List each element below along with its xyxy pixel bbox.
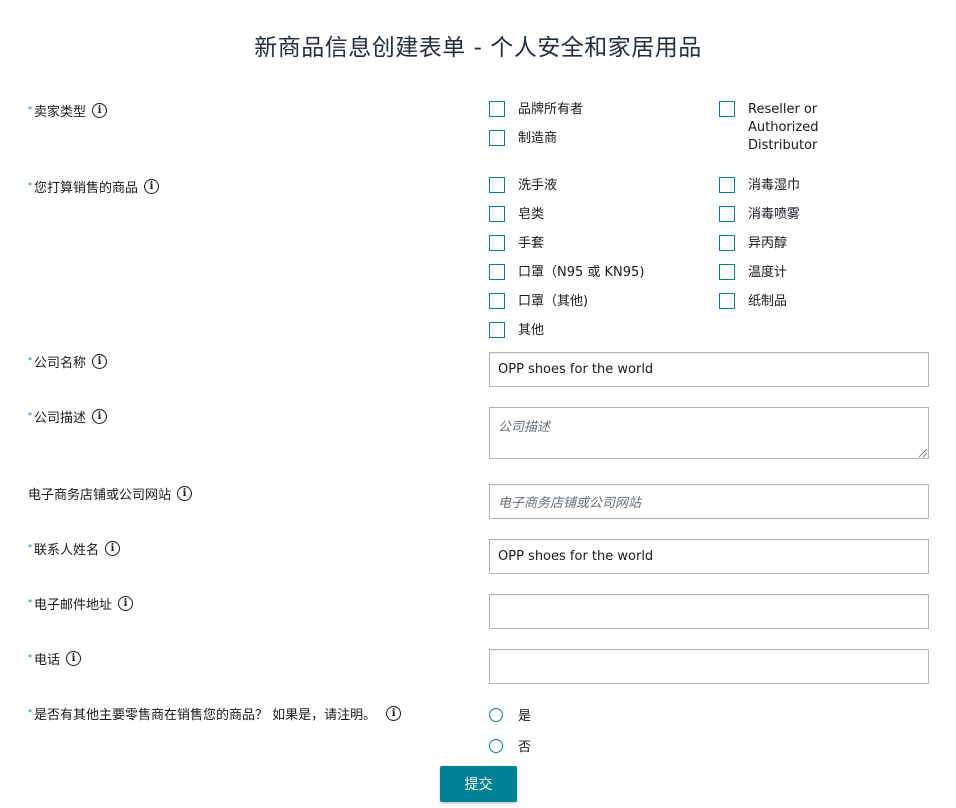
checkbox-box[interactable] [719,293,735,309]
label-text: 公司名称 [34,356,87,371]
checkbox-thermometer[interactable]: 温度计 [719,264,787,282]
company-name-label: * 公司名称 i [28,352,108,371]
checkbox-box[interactable] [719,235,735,251]
info-icon[interactable]: i [144,179,160,194]
info-icon[interactable]: i [66,651,82,666]
contact-name-label: * 联系人姓名 i [28,539,121,558]
checkbox-label: Reseller or Authorized Distributor [748,102,819,153]
email-label: * 电子邮件地址 i [28,594,134,613]
required-marker: * [28,181,32,190]
checkbox-label: 异丙醇 [748,236,788,251]
info-icon[interactable]: i [177,486,193,501]
checkbox-label: 温度计 [748,265,788,280]
checkbox-label: 手套 [518,236,545,251]
checkbox-mask-other[interactable]: 口罩（其他) [489,293,588,311]
checkbox-label: 口罩（其他) [518,294,589,309]
radio-circle[interactable] [489,707,503,722]
required-marker: * [28,543,32,552]
info-icon[interactable]: i [118,596,134,611]
checkbox-manufacturer[interactable]: 制造商 [489,130,557,148]
radio-no[interactable]: 否 [489,736,531,755]
required-marker: * [28,708,32,717]
checkbox-mask-n95[interactable]: 口罩（N95 或 KN95) [489,264,644,282]
info-icon[interactable]: i [386,706,402,721]
checkbox-label: 口罩（N95 或 KN95) [518,265,645,280]
label-text: 您打算销售的商品 [34,181,139,196]
checkbox-label: 纸制品 [748,294,788,309]
checkbox-box[interactable] [489,322,505,338]
info-icon[interactable]: i [105,541,121,556]
checkbox-label: 消毒喷雾 [748,207,801,222]
resize-grip-icon[interactable] [919,449,927,457]
radio-yes[interactable]: 是 [489,705,531,724]
checkbox-isopropyl[interactable]: 异丙醇 [719,235,787,253]
phone-label: * 电话 i [28,649,82,668]
other-retailers-label: * 是否有其他主要零售商在销售您的商品？ 如果是，请注明。 i [28,704,402,723]
checkbox-box[interactable] [489,130,505,146]
email-input[interactable] [489,594,929,629]
required-marker: * [28,653,32,662]
label-text: 联系人姓名 [34,543,100,558]
company-description-label: * 公司描述 i [28,407,108,426]
seller-type-label: * 卖家类型 i [28,101,108,120]
checkbox-other[interactable]: 其他 [489,322,544,340]
company-description-textarea[interactable]: 公司描述 [489,407,929,459]
radio-label: 是 [518,709,532,724]
checkbox-label: 其他 [518,323,545,338]
label-text: 电子商务店铺或公司网站 [28,488,172,503]
radio-circle[interactable] [489,738,503,753]
checkbox-paper-products[interactable]: 纸制品 [719,293,787,311]
checkbox-hand-sanitizer[interactable]: 洗手液 [489,177,557,195]
radio-label: 否 [518,740,532,755]
checkbox-box[interactable] [489,206,505,222]
required-marker: * [28,105,32,114]
required-marker: * [28,598,32,607]
info-icon[interactable]: i [92,409,108,424]
checkbox-box[interactable] [719,101,735,117]
placeholder-text: 公司描述 [498,420,551,435]
checkbox-disinfecting-wipes[interactable]: 消毒湿巾 [719,177,800,195]
checkbox-label: 洗手液 [518,178,558,193]
checkbox-gloves[interactable]: 手套 [489,235,544,253]
checkbox-box[interactable] [719,264,735,280]
label-text: 卖家类型 [34,105,87,120]
checkbox-box[interactable] [489,264,505,280]
phone-input[interactable] [489,649,929,684]
checkbox-box[interactable] [719,206,735,222]
label-text: 电话 [34,653,61,668]
label-text: 公司描述 [34,411,87,426]
checkbox-label: 皂类 [518,207,545,222]
website-label: 电子商务店铺或公司网站 i [28,484,193,503]
info-icon[interactable]: i [92,103,108,118]
page-title: 新商品信息创建表单 - 个人安全和家居用品 [254,35,702,61]
checkbox-box[interactable] [489,235,505,251]
checkbox-label: 制造商 [518,131,558,146]
company-name-input[interactable]: OPP shoes for the world [489,352,929,387]
checkbox-soap[interactable]: 皂类 [489,206,544,224]
checkbox-disinfecting-spray[interactable]: 消毒喷雾 [719,206,800,224]
checkbox-box[interactable] [719,177,735,193]
checkbox-reseller[interactable]: Reseller or Authorized Distributor [719,101,889,155]
checkbox-label: 消毒湿巾 [748,178,801,193]
checkbox-box[interactable] [489,293,505,309]
website-input[interactable]: 电子商务店铺或公司网站 [489,484,929,519]
submit-button[interactable]: 提交 [440,766,517,802]
checkbox-label: 品牌所有者 [518,102,584,117]
label-text: 电子邮件地址 [34,598,113,613]
checkbox-box[interactable] [489,101,505,117]
label-text: 是否有其他主要零售商在销售您的商品？ 如果是，请注明。 [34,708,377,723]
required-marker: * [28,356,32,365]
contact-name-input[interactable]: OPP shoes for the world [489,539,929,574]
info-icon[interactable]: i [92,354,108,369]
checkbox-box[interactable] [489,177,505,193]
required-marker: * [28,411,32,420]
products-label: * 您打算销售的商品 i [28,177,160,196]
checkbox-brand-owner[interactable]: 品牌所有者 [489,101,583,119]
